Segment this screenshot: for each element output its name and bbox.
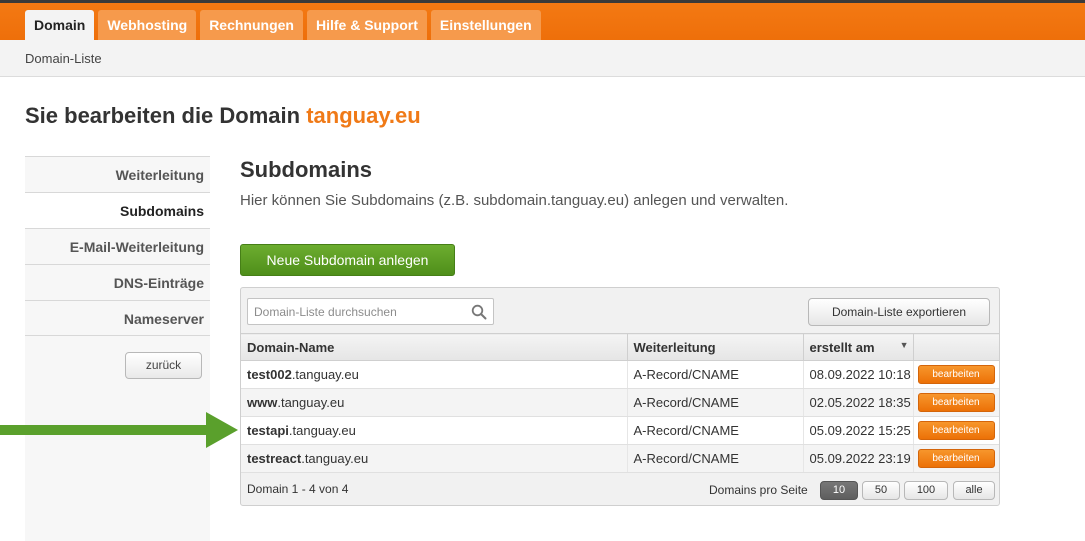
top-navigation-bar: Domain Webhosting Rechnungen Hilfe & Sup… <box>0 0 1085 41</box>
action-cell: bearbeiten <box>913 416 999 445</box>
tab-domain[interactable]: Domain <box>25 10 95 41</box>
result-count: Domain 1 - 4 von 4 <box>247 482 349 496</box>
edit-button[interactable]: bearbeiten <box>917 393 995 412</box>
action-cell: bearbeiten <box>913 360 999 389</box>
sort-desc-icon[interactable]: ▼ <box>900 340 909 350</box>
tab-webhosting[interactable]: Webhosting <box>98 10 197 40</box>
sidebar-item-subdomains[interactable]: Subdomains <box>25 192 210 228</box>
arrow-right-icon <box>0 412 238 448</box>
table-row: test002.tanguay.eu A-Record/CNAME 08.09.… <box>241 360 999 389</box>
sub-navigation-bar: Domain-Liste <box>0 40 1085 77</box>
column-header-erstellt-am-label: erstellt am <box>809 339 875 355</box>
domain-suffix: .tanguay.eu <box>291 367 359 382</box>
column-header-weiterleitung[interactable]: Weiterleitung <box>627 333 804 361</box>
tab-rechnungen[interactable]: Rechnungen <box>200 10 303 40</box>
sidebar-item-nameserver[interactable]: Nameserver <box>25 300 210 336</box>
new-subdomain-button[interactable]: Neue Subdomain anlegen <box>240 244 455 276</box>
page-title-domain: tanguay.eu <box>306 103 421 128</box>
column-header-domain-name[interactable]: Domain-Name <box>241 333 628 361</box>
domain-name-cell: testreact.tanguay.eu <box>241 444 628 473</box>
subdomain-list-panel: Domain-Liste exportieren Domain-Name Wei… <box>240 287 1000 506</box>
action-cell: bearbeiten <box>913 388 999 417</box>
domain-name-cell: test002.tanguay.eu <box>241 360 628 389</box>
search-input[interactable] <box>248 299 463 324</box>
page-title: Sie bearbeiten die Domain tanguay.eu <box>25 103 421 129</box>
created-cell: 02.05.2022 18:35 <box>803 388 914 417</box>
sidebar-menu: Weiterleitung Subdomains E-Mail-Weiterle… <box>25 156 210 336</box>
created-cell: 08.09.2022 10:18 <box>803 360 914 389</box>
sidebar-item-dns-eintraege[interactable]: DNS-Einträge <box>25 264 210 300</box>
subdomain-name: testreact <box>247 451 302 466</box>
per-page-100-button[interactable]: 100 <box>904 481 948 500</box>
forwarding-cell: A-Record/CNAME <box>627 444 804 473</box>
section-description: Hier können Sie Subdomains (z.B. subdoma… <box>240 192 789 209</box>
table-row: www.tanguay.eu A-Record/CNAME 02.05.2022… <box>241 388 999 417</box>
sidebar-item-weiterleitung[interactable]: Weiterleitung <box>25 156 210 192</box>
column-header-actions <box>913 333 999 361</box>
per-page-label: Domains pro Seite <box>709 483 808 497</box>
forwarding-cell: A-Record/CNAME <box>627 388 804 417</box>
forwarding-cell: A-Record/CNAME <box>627 416 804 445</box>
main-tabs: Domain Webhosting Rechnungen Hilfe & Sup… <box>25 10 541 41</box>
domain-name-cell: www.tanguay.eu <box>241 388 628 417</box>
domain-suffix: .tanguay.eu <box>301 451 369 466</box>
forwarding-cell: A-Record/CNAME <box>627 360 804 389</box>
table-header-row: Domain-Name Weiterleitung erstellt am ▼ <box>241 333 999 361</box>
created-cell: 05.09.2022 23:19 <box>803 444 914 473</box>
sidebar-item-email-weiterleitung[interactable]: E-Mail-Weiterleitung <box>25 228 210 264</box>
subdomain-name: test002 <box>247 367 292 382</box>
action-cell: bearbeiten <box>913 444 999 473</box>
topbar-dark-line <box>0 0 1085 3</box>
tab-hilfe-support[interactable]: Hilfe & Support <box>306 10 427 40</box>
section-title: Subdomains <box>240 157 373 182</box>
subdomain-name: testapi <box>247 423 289 438</box>
domain-suffix: .tanguay.eu <box>288 423 356 438</box>
edit-button[interactable]: bearbeiten <box>917 421 995 440</box>
export-list-button[interactable]: Domain-Liste exportieren <box>808 298 990 326</box>
per-page-10-button[interactable]: 10 <box>820 481 858 500</box>
search-icon[interactable] <box>471 304 487 320</box>
tab-einstellungen[interactable]: Einstellungen <box>430 10 541 40</box>
edit-button[interactable]: bearbeiten <box>917 449 995 468</box>
subdomain-table: Domain-Name Weiterleitung erstellt am ▼ … <box>241 333 999 473</box>
subdomain-name: www <box>247 395 278 410</box>
back-button[interactable]: zurück <box>125 352 202 379</box>
per-page-50-button[interactable]: 50 <box>862 481 900 500</box>
domain-name-cell: testapi.tanguay.eu <box>241 416 628 445</box>
page-title-prefix: Sie bearbeiten die Domain <box>25 103 301 128</box>
per-page-all-button[interactable]: alle <box>953 481 995 500</box>
created-cell: 05.09.2022 15:25 <box>803 416 914 445</box>
domain-suffix: .tanguay.eu <box>277 395 345 410</box>
search-box <box>247 298 494 325</box>
column-header-erstellt-am[interactable]: erstellt am ▼ <box>803 333 914 361</box>
edit-button[interactable]: bearbeiten <box>917 365 995 384</box>
table-row: testapi.tanguay.eu A-Record/CNAME 05.09.… <box>241 416 999 445</box>
breadcrumb-domain-liste[interactable]: Domain-Liste <box>25 51 102 66</box>
table-row: testreact.tanguay.eu A-Record/CNAME 05.0… <box>241 444 999 473</box>
